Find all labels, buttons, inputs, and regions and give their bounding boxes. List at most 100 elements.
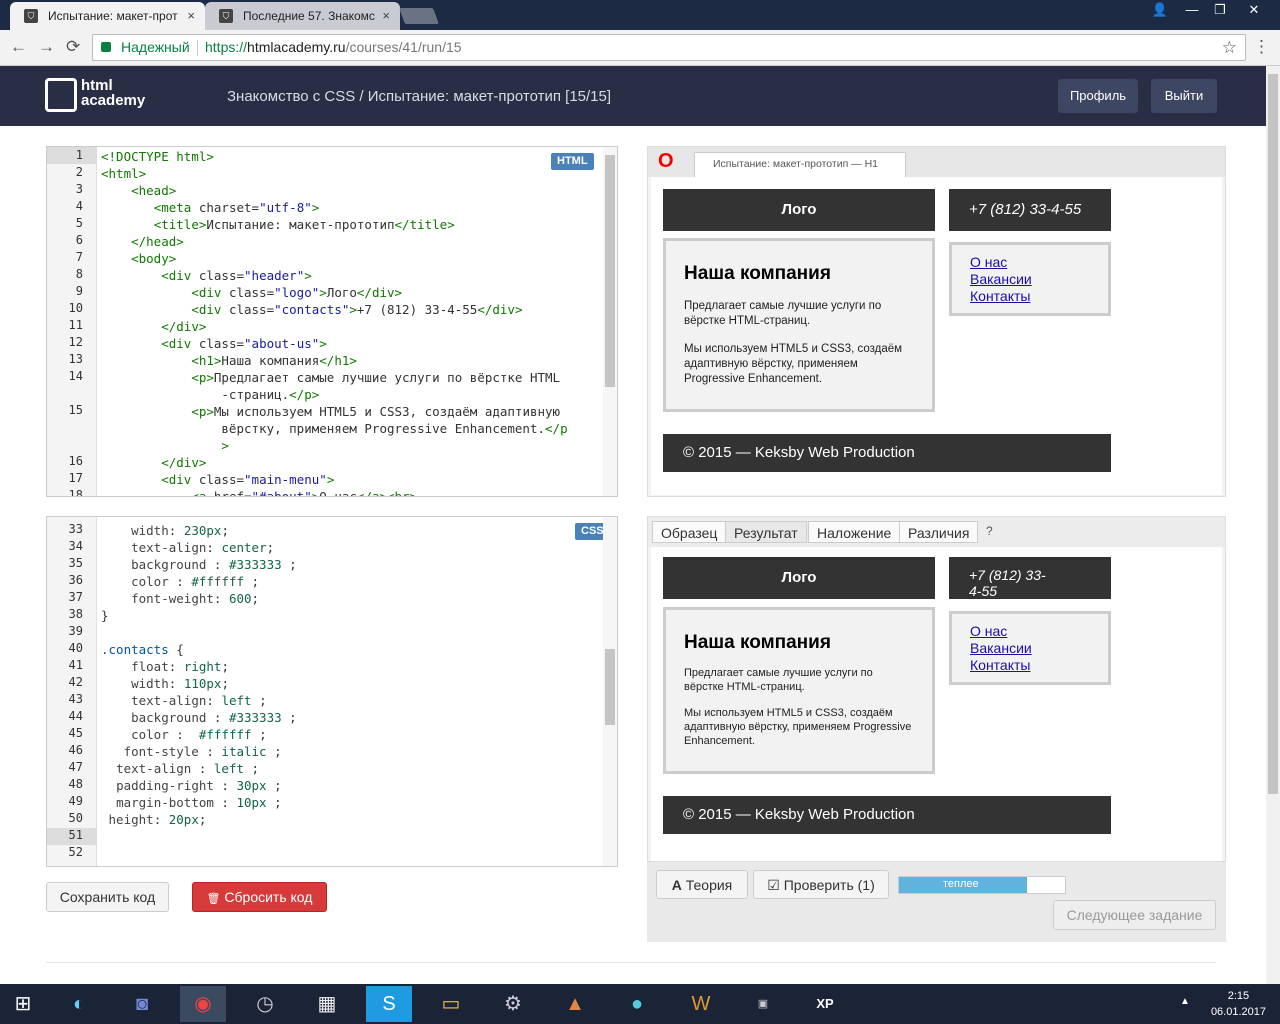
video-app-icon[interactable]: ▦ [304, 986, 350, 1022]
menu-link-contacts[interactable]: Контакты [970, 657, 1090, 674]
opera-icon: O [658, 150, 674, 172]
tab-result[interactable]: Результат [725, 521, 807, 543]
line-number: 34 [68, 539, 83, 553]
close-tab-icon[interactable]: × [187, 2, 195, 30]
line-number: 45 [68, 726, 83, 740]
compare-contacts: +7 (812) 33-4-55 [949, 557, 1111, 599]
html-code[interactable]: <!DOCTYPE html> <html> <head> <meta char… [101, 148, 568, 496]
windows-start-icon[interactable]: ⊞ [0, 986, 46, 1022]
clock-date: 06.01.2017 [1210, 1006, 1266, 1018]
user-icon[interactable]: 👤 [1146, 0, 1174, 22]
url-text[interactable]: https://htmlacademy.ru/courses/41/run/15 [205, 35, 462, 60]
system-clock[interactable]: 2:15 06.01.2017 [1211, 988, 1266, 1020]
file-explorer-icon[interactable]: ▭ [428, 986, 474, 1022]
line-gutter: 33 34 35 36 37 38 39 40 41 42 43 44 45 4… [47, 517, 97, 866]
compare-footer: © 2015 — Keksby Web Production [663, 796, 1111, 834]
line-number: 42 [68, 675, 83, 689]
close-tab-icon[interactable]: × [382, 2, 390, 30]
menu-link-about[interactable]: О нас [970, 623, 1090, 640]
new-tab-button[interactable] [399, 8, 439, 24]
css-code[interactable]: width: 230px; text-align: center; backgr… [101, 522, 297, 828]
line-number: 12 [68, 335, 83, 349]
line-number: 9 [75, 284, 83, 298]
reload-icon[interactable]: ⟳ [66, 38, 80, 56]
reset-code-button[interactable]: 🗑 Сбросить код [192, 882, 327, 912]
bookmark-star-icon[interactable]: ☆ [1222, 35, 1237, 60]
check-button[interactable]: ☑ Проверить (1) [753, 870, 889, 899]
page-scrollbar[interactable] [1266, 66, 1280, 984]
line-number: 43 [68, 692, 83, 706]
scrollbar-thumb[interactable] [605, 649, 615, 725]
next-task-button[interactable]: Следующее задание [1053, 900, 1216, 930]
url-path: /courses/41/run/15 [345, 39, 462, 55]
save-code-button[interactable]: Сохранить код [46, 882, 169, 912]
menu-link-about[interactable]: О нас [970, 254, 1090, 271]
skype-icon[interactable]: S [366, 986, 412, 1022]
html-editor-scrollbar[interactable] [603, 147, 617, 496]
menu-link-contacts[interactable]: Контакты [970, 288, 1090, 305]
line-number: 40 [68, 641, 83, 655]
menu-link-vacancies[interactable]: Вакансии [970, 271, 1090, 288]
logout-button[interactable]: Выйти [1151, 79, 1217, 113]
logo-icon [45, 78, 77, 112]
tray-arrow-icon[interactable]: ▲ [1180, 996, 1190, 1007]
preview-logo: Лого [663, 189, 935, 231]
steam-icon[interactable]: ⚙ [490, 986, 536, 1022]
tab-overlay[interactable]: Наложение [808, 521, 901, 543]
font-icon: A [671, 877, 682, 893]
html-badge: HTML [551, 153, 594, 170]
line-number: 13 [68, 352, 83, 366]
preview-about: Наша компания Предлагает самые лучшие ус… [663, 238, 935, 412]
compare-viewport: Лого +7 (812) 33-4-55 Наша компания Пред… [651, 547, 1222, 861]
browser-tab-active[interactable]: ⛉ Испытание: макет-прот × [10, 2, 205, 30]
compare-heading: Наша компания [684, 632, 831, 653]
browser-tab[interactable]: ⛉ Последние 57. Знакомс × [205, 2, 400, 30]
compare-paragraph: Предлагает самые лучшие услуги по вёрстк… [684, 667, 873, 693]
line-number: 18 [68, 488, 83, 497]
url-bar[interactable]: Надежный https://htmlacademy.ru/courses/… [92, 34, 1246, 61]
back-icon[interactable]: ← [10, 38, 27, 56]
minimize-button[interactable]: — [1178, 0, 1206, 22]
line-number: 10 [68, 301, 83, 315]
browser-app-icon[interactable]: ◐ [56, 986, 102, 1022]
tab-title: Последние 57. Знакомс [243, 9, 375, 23]
compare-logo: Лого [663, 557, 935, 599]
html-editor[interactable]: 1 2 3 4 5 6 7 8 9 10 11 12 13 14 15 16 1… [46, 146, 618, 497]
css-editor-scrollbar[interactable] [603, 517, 617, 866]
discord-icon[interactable]: ◙ [119, 986, 165, 1022]
scrollbar-thumb[interactable] [1268, 74, 1278, 794]
clock-time: 2:15 [1227, 990, 1250, 1002]
line-number: 17 [68, 471, 83, 485]
line-number: 3 [75, 182, 83, 196]
forward-icon[interactable]: → [38, 38, 55, 56]
css-editor[interactable]: 33 34 35 36 37 38 39 40 41 42 43 44 45 4… [46, 516, 618, 867]
line-number: 11 [68, 318, 83, 332]
divider [46, 962, 1216, 963]
game-app-icon[interactable]: ▲ [552, 986, 598, 1022]
line-number: 46 [68, 743, 83, 757]
tab-difference[interactable]: Различия [899, 521, 979, 543]
theory-button[interactable]: A Теория [656, 870, 748, 899]
menu-link-vacancies[interactable]: Вакансии [970, 640, 1090, 657]
line-number: 44 [68, 709, 83, 723]
tab-sample[interactable]: Образец [652, 521, 727, 543]
chrome-icon[interactable]: ◉ [180, 986, 226, 1022]
shield-icon: ⛉ [24, 9, 38, 23]
unity-icon[interactable]: ▣ [740, 986, 786, 1022]
browser-menu-icon[interactable]: ⋮ [1253, 37, 1270, 57]
scrollbar-thumb[interactable] [605, 155, 615, 387]
clock-app-icon[interactable]: ◷ [242, 986, 288, 1022]
help-icon[interactable]: ? [986, 524, 993, 538]
xp-app-icon[interactable]: XP [802, 986, 848, 1022]
close-window-button[interactable]: ✕ [1240, 0, 1268, 22]
orb-app-icon[interactable]: ● [614, 986, 660, 1022]
check-icon: ☑ [767, 877, 780, 893]
preview-compare: Образец Результат Наложение Различия ? Л… [647, 516, 1226, 862]
site-logo[interactable]: html academy [45, 78, 165, 118]
progress-bar: теплее [898, 876, 1066, 894]
progress-label: теплее [943, 878, 979, 890]
preview-paragraph: Предлагает самые лучшие услуги по вёрстк… [684, 300, 882, 327]
profile-button[interactable]: Профиль [1058, 79, 1138, 113]
warcraft-icon[interactable]: W [678, 986, 724, 1022]
maximize-button[interactable]: ❐ [1206, 0, 1234, 22]
